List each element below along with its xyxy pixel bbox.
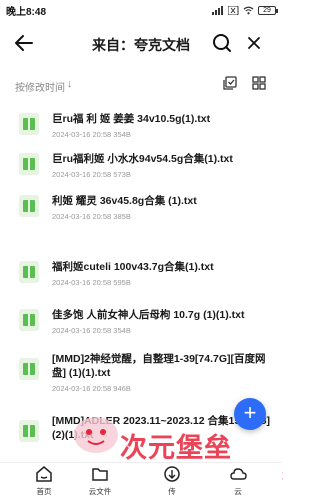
close-button[interactable] — [242, 31, 266, 55]
wifi-icon — [243, 6, 254, 14]
sort-label[interactable]: 按修改时间 — [15, 79, 65, 94]
txt-file-icon — [19, 309, 39, 331]
file-name: 巨ru福利姬 小水水94v54.5g合集(1).txt — [52, 153, 233, 165]
signal-icon — [212, 5, 223, 15]
nav-cloud[interactable]: 云 — [218, 465, 258, 497]
file-meta: 2024-03-16 20:58 354B — [52, 326, 131, 335]
file-meta: 2024-03-16 20:58 946B — [52, 384, 131, 393]
txt-file-icon — [19, 420, 39, 442]
sort-bar: 按修改时间 ↓ — [0, 72, 282, 98]
battery-icon: 29 — [258, 5, 278, 15]
file-meta: 2024-03-16 20:58 573B — [52, 170, 131, 179]
txt-file-icon — [19, 195, 39, 217]
nav-cloud-label: 云 — [234, 487, 242, 496]
folder-icon — [92, 468, 108, 481]
file-meta: 2024-03-16 20:58 595B — [52, 278, 131, 287]
nav-home-label: 首页 — [36, 487, 52, 496]
status-bar: 晚上8:48 29 — [0, 0, 282, 20]
grid-view-icon[interactable] — [252, 76, 266, 90]
app-header: 来自：夸克文档 — [0, 24, 282, 62]
search-icon[interactable] — [210, 31, 234, 55]
add-button[interactable]: + — [234, 398, 266, 430]
file-meta: 2024-03-16 20:58 354B — [52, 130, 131, 139]
txt-file-icon — [19, 261, 39, 283]
status-icons: 29 — [212, 5, 278, 15]
sort-direction-icon[interactable]: ↓ — [67, 78, 73, 90]
file-name: 巨ru福 利 姬 姜姜 34v10.5g(1).txt — [52, 113, 211, 125]
back-arrow-icon[interactable] — [12, 31, 36, 55]
transfer-icon — [164, 466, 180, 482]
status-time: 晚上8:48 — [6, 6, 47, 18]
txt-file-icon — [19, 153, 39, 175]
file-name: [MMD]2神经觉醒，自整理1-39[74.7G][百度网盘] (1)(1).t… — [52, 353, 266, 379]
nav-transfer-label: 传 — [168, 487, 176, 496]
nav-cloud-files-label: 云文件 — [88, 487, 112, 496]
close-icon — [248, 37, 260, 49]
nav-transfer[interactable]: 传 — [152, 465, 192, 497]
bottom-nav: 首页 云文件 传 云 — [0, 462, 282, 500]
file-name: 福利姬cuteli 100v43.7g合集(1).txt — [52, 261, 214, 273]
nav-cloud-files[interactable]: 云文件 — [80, 465, 120, 497]
multi-select-icon[interactable] — [223, 76, 237, 90]
file-meta: 2024-03-16 20:58 385B — [52, 212, 131, 221]
file-name: 利姬 耀灵 36v45.8g合集 (1).txt — [52, 195, 197, 207]
signal-x-icon — [228, 5, 239, 15]
file-row[interactable]: [MMD]2神经觉醒，自整理1-39[74.7G][百度网盘] (1)(1).t… — [0, 348, 282, 408]
page-title: 来自：夸克文档 — [92, 37, 190, 53]
home-icon — [36, 466, 52, 482]
file-row[interactable]: 利姬 耀灵 36v45.8g合集 (1).txt 2024-03-16 20:58… — [0, 190, 282, 250]
txt-file-icon — [19, 113, 39, 135]
nav-home[interactable]: 首页 — [24, 465, 64, 497]
txt-file-icon — [19, 358, 39, 380]
cloud-icon — [230, 468, 247, 480]
file-name: 佳多饱 人前女神人后母枸 10.7g (1)(1).txt — [52, 309, 245, 321]
